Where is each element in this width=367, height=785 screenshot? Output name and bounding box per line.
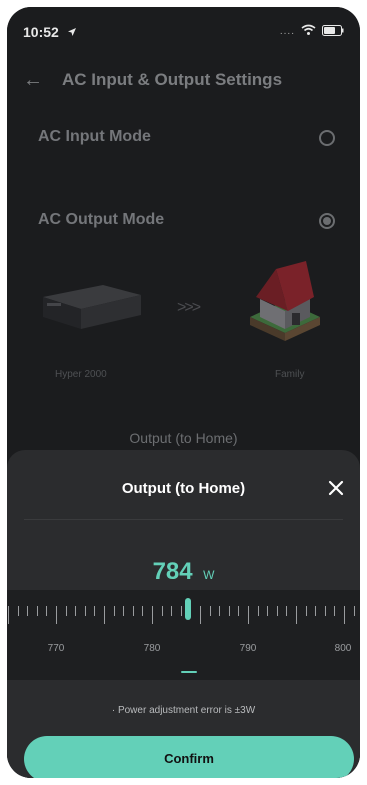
ruler-tick [200,606,201,624]
ruler-tick [123,606,125,616]
confirm-button[interactable]: Confirm [24,736,354,778]
ruler-tick [353,606,355,616]
ruler-tick [315,606,317,616]
ruler-tick [46,606,48,616]
ruler-tick [257,606,259,616]
ruler-tick [324,606,326,616]
ruler-tick [248,606,249,624]
wifi-icon [301,23,316,39]
status-time: 10:52 [23,24,77,40]
ruler-tick [132,606,134,616]
ruler-tick [65,606,67,616]
battery-icon [322,23,344,39]
phone-screen: 10:52 .... ← AC Input & Output Settings … [7,7,360,778]
close-icon[interactable] [324,476,348,500]
ruler-tick [17,606,19,616]
ruler-tick [344,606,345,624]
output-bottom-sheet: Output (to Home) 784 W 770 780 790 800 ·… [7,450,360,778]
power-unit: W [203,568,215,582]
ac-output-mode-row[interactable]: AC Output Mode [7,201,360,241]
ruler-tick [75,606,77,616]
ruler-indicator [181,671,197,673]
adjustment-note: · Power adjustment error is ±3W [111,705,256,716]
flow-arrows-icon: >>> [177,299,201,316]
ruler-tick [228,606,230,616]
hyper-2000-device-icon [33,277,143,339]
ruler-tick [84,606,86,616]
ruler-tick [36,606,38,616]
ruler-tick [286,606,288,616]
page-title: AC Input & Output Settings [62,70,283,89]
ruler-tick [113,606,115,616]
location-arrow-icon [67,24,77,40]
ac-output-mode-radio[interactable] [319,213,335,229]
sheet-divider [24,519,343,520]
ruler-label: 780 [143,643,161,654]
house-icon [240,255,330,345]
target-caption: Family [275,369,305,380]
ruler-tick [161,606,163,616]
ruler-tick [334,606,336,616]
power-value-display: 784 W [7,558,360,586]
ruler-tick [296,606,297,624]
ruler-label: 770 [47,643,65,654]
ruler-tick [219,606,221,616]
signal-dots: .... [279,25,295,37]
ruler-tick [27,606,29,616]
output-section-title: Output (to Home) [129,430,238,446]
sheet-title: Output (to Home) [121,480,246,497]
ruler-tick [276,606,278,616]
ruler-tick [94,606,96,616]
ac-output-mode-label: AC Output Mode [38,211,165,228]
ruler-needle[interactable] [185,598,191,620]
ruler-tick [142,606,144,616]
ac-input-mode-radio[interactable] [319,130,335,146]
ruler-tick [171,606,173,616]
ruler-tick [152,606,153,624]
back-arrow-icon[interactable]: ← [23,65,43,95]
ruler-label: 800 [334,643,352,654]
ruler-tick [238,606,240,616]
device-caption: Hyper 2000 [55,369,107,380]
time-text: 10:52 [23,24,59,40]
status-bar: 10:52 .... [7,7,360,57]
ac-input-mode-label: AC Input Mode [38,128,151,145]
ruler-tick [104,606,105,624]
ruler-tick [8,606,9,624]
power-ruler-slider[interactable]: 770 780 790 800 [7,590,360,680]
ruler-tick [180,606,182,616]
ruler-label: 790 [239,643,257,654]
ruler-tick [267,606,269,616]
ruler-tick [56,606,57,624]
status-icons: .... [280,23,344,39]
header: ← AC Input & Output Settings [7,65,360,95]
ruler-tick [209,606,211,616]
ac-input-mode-row[interactable]: AC Input Mode [7,118,360,158]
power-value: 784 [152,558,193,585]
ruler-tick [305,606,307,616]
